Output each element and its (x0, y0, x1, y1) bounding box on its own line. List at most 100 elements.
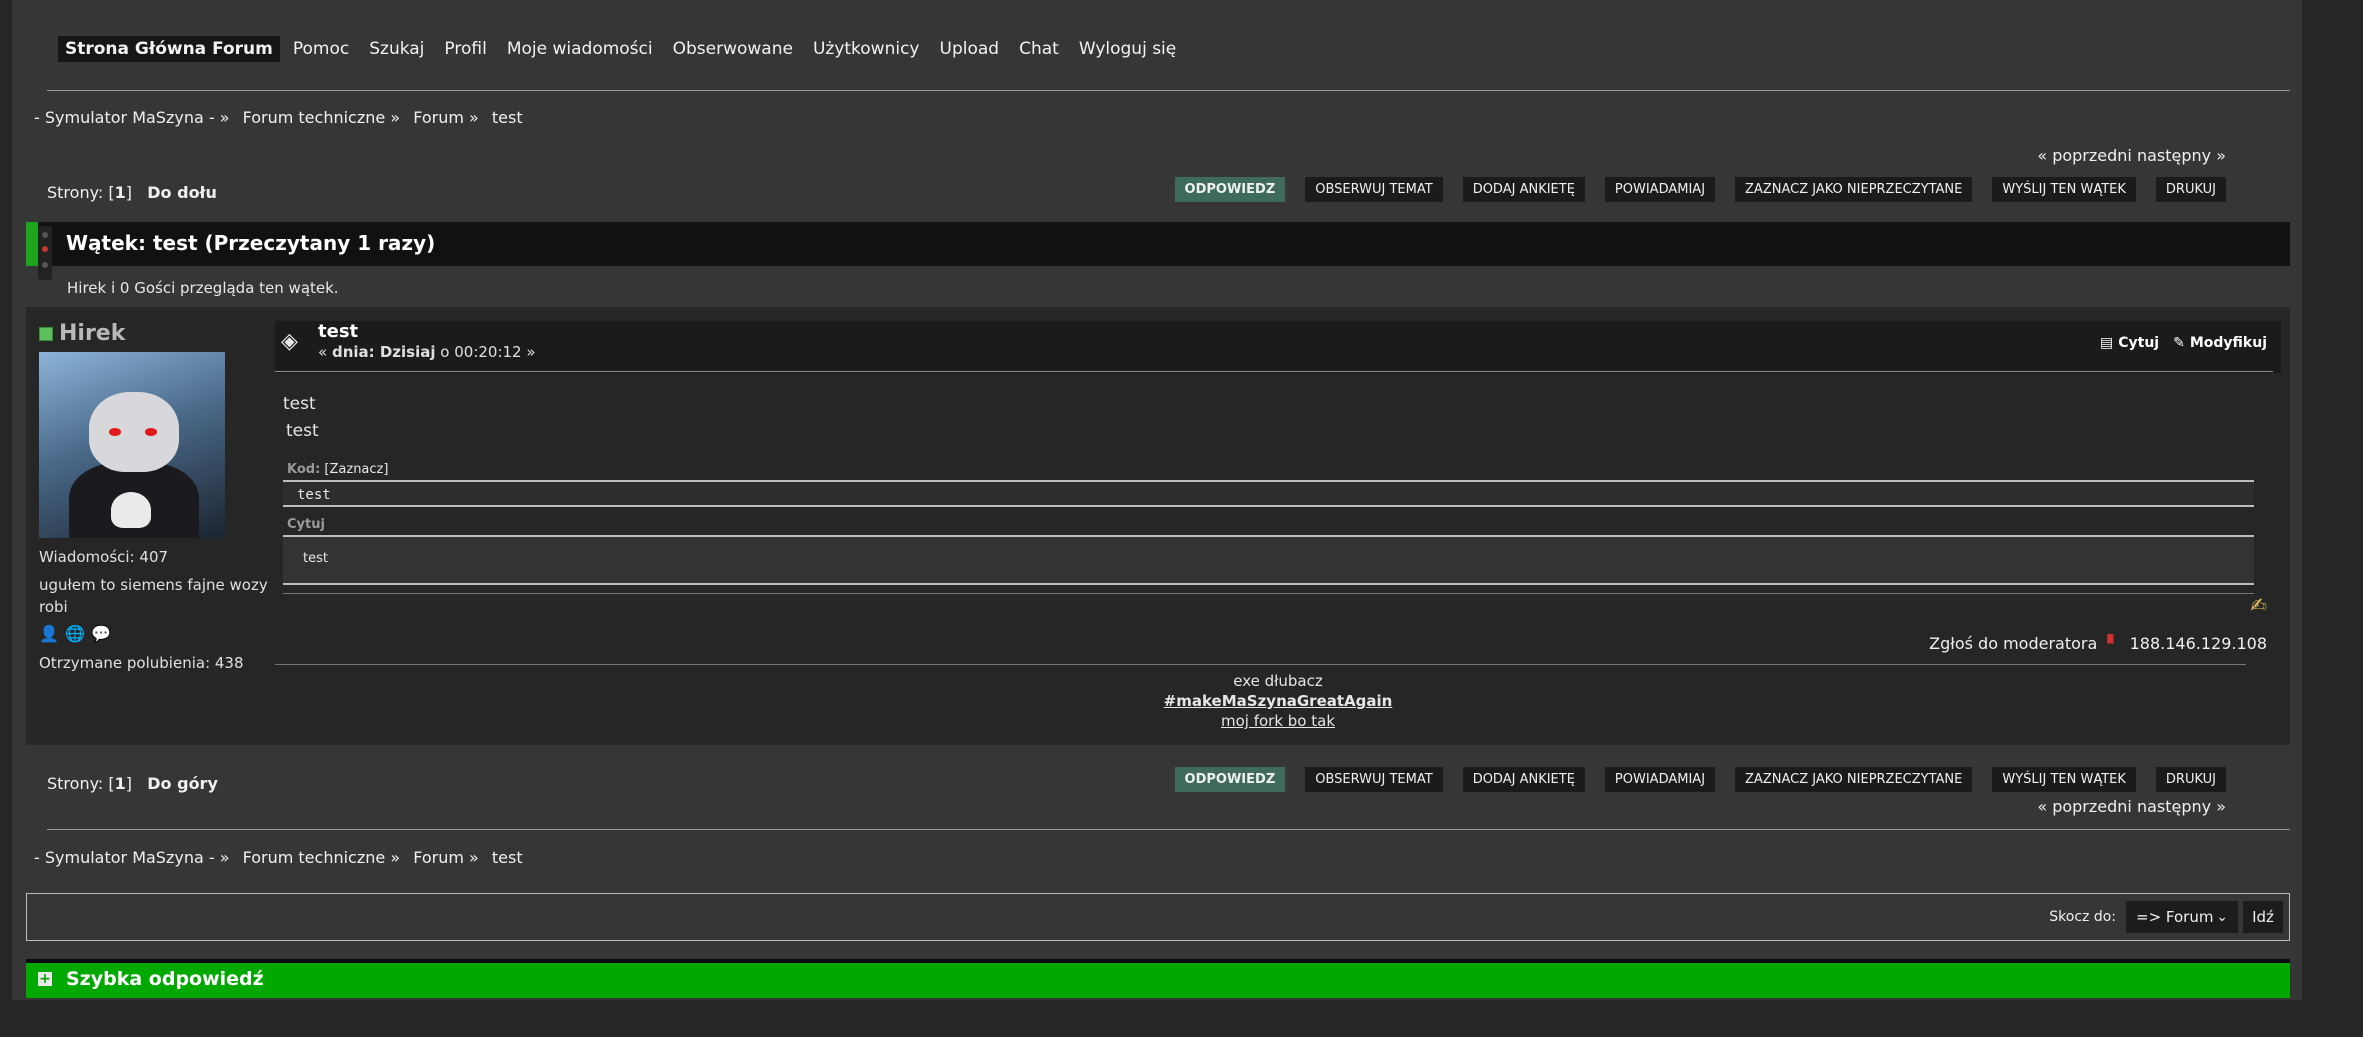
poster-info: Hirek Wiadomości: 407 ugułem to siemens … (39, 321, 279, 674)
post-header (275, 321, 2281, 373)
post-icon: ◈ (281, 329, 298, 354)
poster-name: Hirek (39, 321, 279, 346)
reply-button[interactable]: ODPOWIEDZ (1174, 767, 1286, 792)
ip-flag-icon: ▘ (2107, 634, 2120, 653)
divider (283, 593, 2254, 594)
profile-icons: 👤 🌐 💬 (39, 624, 279, 644)
breadcrumb-item-board[interactable]: Forum techniczne » (243, 848, 401, 867)
post: Hirek Wiadomości: 407 ugułem to siemens … (26, 307, 2290, 745)
divider (275, 664, 2246, 665)
modify-button[interactable]: ✎ Modyfikuj (2173, 335, 2267, 351)
go-up-link[interactable]: Do góry (147, 774, 218, 793)
menu-messages[interactable]: Moje wiadomości (500, 36, 660, 62)
watch-button[interactable]: OBSERWUJ TEMAT (1305, 767, 1443, 792)
report-area: Zgłoś do moderatora ▘ 188.146.129.108 (1929, 634, 2267, 653)
signature-line: exe dłubacz (1233, 672, 1323, 690)
mark-unread-button[interactable]: ZAZNACZ JAKO NIEPRZECZYTANE (1735, 177, 1973, 202)
pagination-bottom: Strony: [1] Do góry (47, 774, 218, 793)
menu-chat[interactable]: Chat (1012, 36, 1066, 62)
forum-page: Strona Główna Forum Pomoc Szukaj Profil … (12, 0, 2302, 1000)
print-button[interactable]: DRUKUJ (2155, 177, 2226, 202)
divider (47, 90, 2290, 91)
online-status-icon (39, 326, 53, 341)
topic-buttons-bottom: ODPOWIEDZ OBSERWUJ TEMAT DODAJ ANKIETĘ P… (1174, 767, 2226, 792)
breadcrumb: - Symulator MaSzyna - » Forum techniczne… (34, 108, 531, 127)
post-body-line: test (283, 394, 316, 414)
jump-to-selected: => Forum (2136, 908, 2214, 926)
watch-button[interactable]: OBSERWUJ TEMAT (1305, 177, 1443, 202)
received-likes: Otrzymane polubienia: 438 (39, 654, 244, 672)
menu-profile[interactable]: Profil (437, 36, 493, 62)
menu-watched[interactable]: Obserwowane (666, 36, 800, 62)
breadcrumb-item-topic[interactable]: test (492, 848, 523, 867)
signature-link[interactable]: #makeMaSzynaGreatAgain (275, 691, 2281, 711)
menu-help[interactable]: Pomoc (286, 36, 356, 62)
prev-next-links[interactable]: « poprzedni następny » (2037, 797, 2226, 816)
report-moderator-link[interactable]: Zgłoś do moderatora (1929, 634, 2097, 653)
code-header: Kod: [Zaznacz] (287, 462, 388, 477)
breadcrumb-item-board[interactable]: Forum techniczne » (243, 108, 401, 127)
page-current[interactable]: 1 (115, 183, 126, 202)
reply-button[interactable]: ODPOWIEDZ (1174, 177, 1286, 202)
thread-title: Wątek: test (Przeczytany 1 razy) (66, 231, 436, 255)
profile-icon[interactable]: 👤 (39, 624, 59, 644)
post-title[interactable]: test (318, 321, 358, 342)
code-select-link[interactable]: [Zaznacz] (324, 462, 388, 477)
menu-logout[interactable]: Wyloguj się (1072, 36, 1183, 62)
pagination: Strony: [1] Do dołu (47, 183, 217, 202)
chevron-down-icon: ⌄ (2216, 909, 2228, 925)
post-time: o 00:20:12 » (435, 343, 536, 361)
breadcrumb-item-site[interactable]: - Symulator MaSzyna - » (34, 108, 230, 127)
jump-to-box: Skocz do: => Forum ⌄ Idź (26, 893, 2290, 941)
menu-home[interactable]: Strona Główna Forum (58, 36, 280, 62)
expand-icon[interactable]: + (38, 972, 52, 986)
print-button[interactable]: DRUKUJ (2155, 767, 2226, 792)
divider (275, 371, 2273, 372)
breadcrumb-item-site[interactable]: - Symulator MaSzyna - » (34, 848, 230, 867)
jump-to-select[interactable]: => Forum ⌄ (2126, 901, 2238, 933)
post-date: « dnia: Dzisiaj o 00:20:12 » (318, 343, 536, 361)
jump-to-label: Skocz do: (2049, 909, 2116, 925)
breadcrumb-item-forum[interactable]: Forum » (413, 848, 479, 867)
send-topic-button[interactable]: WYŚLIJ TEN WĄTEK (1992, 767, 2136, 792)
main-menu: Strona Główna Forum Pomoc Szukaj Profil … (58, 36, 1183, 62)
signature-link[interactable]: moj fork bo tak (275, 711, 2281, 731)
add-poll-button[interactable]: DODAJ ANKIETĘ (1462, 177, 1585, 202)
traffic-light-icon (38, 226, 52, 280)
send-topic-button[interactable]: WYŚLIJ TEN WĄTEK (1992, 177, 2136, 202)
like-icon[interactable]: ✍ (2250, 593, 2267, 617)
notify-button[interactable]: POWIADAMIAJ (1604, 177, 1716, 202)
notify-button[interactable]: POWIADAMIAJ (1604, 767, 1716, 792)
personal-text: ugułem to siemens fajne wozy robi (39, 576, 268, 616)
go-down-link[interactable]: Do dołu (147, 183, 217, 202)
page-current[interactable]: 1 (115, 774, 126, 793)
pages-close: ] (125, 183, 132, 202)
quick-reply-title: Szybka odpowiedź (66, 968, 264, 990)
website-icon[interactable]: 🌐 (65, 624, 85, 644)
mark-unread-button[interactable]: ZAZNACZ JAKO NIEPRZECZYTANE (1735, 767, 1973, 792)
post-body-line: test (286, 421, 319, 441)
quote-icon: ▤ (2100, 335, 2114, 351)
post-date-label: dnia: Dzisiaj (331, 343, 436, 361)
poster-name-link[interactable]: Hirek (59, 321, 125, 346)
pm-icon[interactable]: 💬 (91, 624, 111, 644)
ip-address: 188.146.129.108 (2129, 634, 2267, 653)
prev-next-links[interactable]: « poprzedni następny » (2037, 146, 2226, 165)
avatar[interactable] (39, 352, 225, 538)
post-count: Wiadomości: 407 (39, 548, 169, 566)
quote-header: Cytuj (287, 517, 325, 532)
menu-users[interactable]: Użytkownicy (806, 36, 927, 62)
post-actions: ▤ Cytuj ✎ Modyfikuj (2100, 335, 2267, 351)
menu-upload[interactable]: Upload (933, 36, 1007, 62)
code-block: test (283, 480, 2254, 507)
breadcrumb-item-forum[interactable]: Forum » (413, 108, 479, 127)
add-poll-button[interactable]: DODAJ ANKIETĘ (1462, 767, 1585, 792)
breadcrumb-item-topic[interactable]: test (492, 108, 523, 127)
menu-search[interactable]: Szukaj (362, 36, 431, 62)
quote-button[interactable]: ▤ Cytuj (2100, 335, 2159, 351)
quick-reply-header[interactable]: + Szybka odpowiedź (26, 959, 2290, 998)
topic-buttons-top: ODPOWIEDZ OBSERWUJ TEMAT DODAJ ANKIETĘ P… (1174, 177, 2226, 202)
jump-go-button[interactable]: Idź (2243, 901, 2283, 933)
signature: exe dłubacz #makeMaSzynaGreatAgain moj f… (275, 671, 2281, 731)
quote-block: test (283, 535, 2254, 585)
